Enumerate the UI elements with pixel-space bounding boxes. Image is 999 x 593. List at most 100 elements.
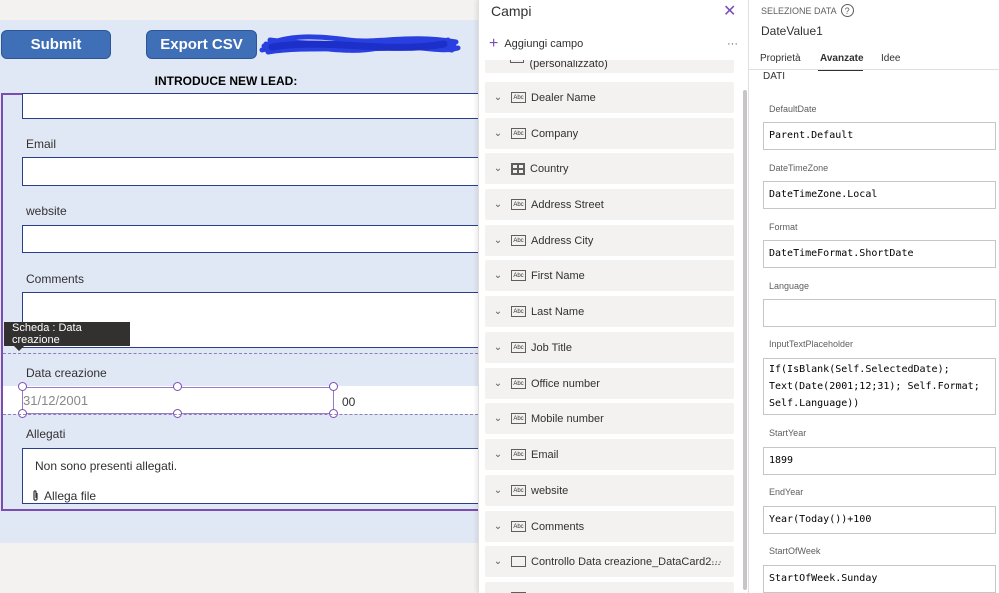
text-field-icon: Abc: [511, 128, 526, 139]
prop-label: DateTimeZone: [769, 163, 829, 173]
chevron-down-icon[interactable]: ⌄: [493, 342, 503, 353]
chevron-down-icon[interactable]: ⌄: [493, 235, 503, 246]
canvas-top-strip: [0, 0, 482, 20]
tab-properties[interactable]: Proprietà: [760, 53, 801, 64]
field-item[interactable]: ⌄ Abc First Name: [485, 260, 734, 291]
chevron-down-icon[interactable]: ⌄: [493, 413, 503, 424]
submit-button[interactable]: Submit: [1, 30, 111, 59]
field-item[interactable]: ⌄ Abc Address City: [485, 225, 734, 256]
field-list: ⌄ Abc Controllo Status_DataCard1 (person…: [485, 60, 734, 593]
field-item[interactable]: ⌄ Controllo Data creazione_DataCard2... …: [485, 546, 734, 577]
chevron-down-icon[interactable]: ⌄: [493, 128, 503, 139]
text-field-icon: Abc: [511, 413, 526, 424]
chevron-down-icon[interactable]: ⌄: [493, 485, 503, 496]
field-item-label: Mobile number: [531, 412, 604, 425]
chevron-down-icon[interactable]: ⌄: [493, 378, 503, 389]
comments-label: Comments: [26, 272, 85, 286]
fields-scrollbar[interactable]: [743, 90, 747, 590]
field-item[interactable]: ⌄: [485, 582, 734, 593]
close-icon[interactable]: ✕: [723, 1, 736, 21]
field-item[interactable]: ⌄ Abc Comments: [485, 511, 734, 542]
field-item-label: website: [531, 484, 569, 497]
text-field-icon: Abc: [511, 306, 526, 317]
custom-card-icon: [511, 556, 526, 567]
field-item-label: Address City: [531, 234, 594, 247]
resize-handle-tm[interactable]: [173, 382, 182, 391]
chevron-down-icon[interactable]: ⌄: [493, 521, 503, 532]
add-field-button[interactable]: + Aggiungi campo: [489, 36, 583, 52]
attach-file-link[interactable]: Allega file: [31, 489, 96, 503]
text-field-icon: Abc: [511, 521, 526, 532]
prop-label: StartYear: [769, 428, 807, 438]
prop-label: Language: [769, 281, 810, 291]
field-item[interactable]: ⌄ Abc Email: [485, 439, 734, 470]
field-item-label: First Name: [531, 269, 585, 282]
card-selection-bottom: [3, 414, 482, 415]
text-field-icon: Abc: [511, 378, 526, 389]
end-year-input[interactable]: Year(Today())+100: [763, 506, 996, 534]
website-input[interactable]: [22, 225, 482, 253]
prop-label: DefaultDate: [769, 104, 817, 114]
tab-ideas[interactable]: Idee: [881, 53, 900, 64]
input-text-placeholder-input[interactable]: If(IsBlank(Self.SelectedDate); Text(Date…: [763, 358, 996, 415]
default-date-input[interactable]: Parent.Default: [763, 122, 996, 150]
prop-label: EndYear: [769, 487, 804, 497]
tooltip-arrow: [14, 346, 24, 351]
tab-advanced[interactable]: Avanzate: [820, 53, 864, 64]
field-item[interactable]: ⌄ Abc Dealer Name: [485, 82, 734, 113]
field-item[interactable]: ⌄ Abc Job Title: [485, 332, 734, 363]
chevron-down-icon[interactable]: ⌄: [493, 270, 503, 281]
app-root: Submit Export CSV INTRODUCE NEW LEAD: Em…: [0, 0, 999, 593]
format-input[interactable]: DateTimeFormat.ShortDate: [763, 240, 996, 268]
field-item-label: Country: [530, 162, 569, 175]
chevron-down-icon[interactable]: ⌄: [493, 556, 503, 567]
field-item-label: Dealer Name: [531, 91, 596, 104]
paperclip-icon: [33, 490, 38, 501]
field-item-label: Office number: [531, 377, 600, 390]
start-year-input[interactable]: 1899: [763, 447, 996, 475]
resize-handle-tl[interactable]: [18, 382, 27, 391]
email-label: Email: [26, 137, 57, 151]
more-options-icon[interactable]: ···: [711, 556, 722, 568]
more-options-icon[interactable]: ···: [727, 38, 738, 50]
attach-file-label: Allega file: [44, 489, 97, 503]
field-item[interactable]: ⌄ Abc Office number: [485, 368, 734, 399]
properties-header-label: SELEZIONE DATA: [761, 5, 837, 16]
field-item[interactable]: ⌄ Abc Controllo Status_DataCard1 (person…: [485, 60, 734, 73]
date-label: Data creazione: [26, 366, 107, 380]
chevron-down-icon[interactable]: ⌄: [493, 92, 503, 103]
chevron-down-icon[interactable]: ⌄: [493, 449, 503, 460]
text-field-icon: Abc: [511, 342, 526, 353]
help-icon[interactable]: ?: [840, 4, 854, 17]
field-item[interactable]: ⌄ Abc Company: [485, 118, 734, 149]
start-of-week-input[interactable]: StartOfWeek.Sunday: [763, 565, 996, 593]
attachments-box: Non sono presenti allegati. Allega file: [22, 448, 482, 504]
text-field-icon: Abc: [511, 485, 526, 496]
field-item[interactable]: ⌄ Abc Last Name: [485, 296, 734, 327]
hour-value[interactable]: 00: [342, 395, 355, 409]
language-input[interactable]: [763, 299, 996, 327]
control-name: DateValue1: [761, 24, 823, 38]
chevron-down-icon[interactable]: ⌄: [493, 60, 502, 63]
datetimezone-input[interactable]: DateTimeZone.Local: [763, 181, 996, 209]
field-item[interactable]: ⌄ Country: [485, 153, 734, 184]
prop-label: StartOfWeek: [769, 546, 821, 556]
previous-field-input[interactable]: [22, 93, 482, 119]
app-canvas: Submit Export CSV INTRODUCE NEW LEAD: Em…: [0, 0, 482, 593]
card-tooltip: Scheda : Data creazione: [4, 322, 130, 346]
field-item-label: Controllo Status_DataCard1 (personalizza…: [529, 60, 608, 70]
prop-label: Format: [769, 222, 798, 232]
field-item[interactable]: ⌄ Abc Address Street: [485, 189, 734, 220]
attachments-empty-text: Non sono presenti allegati.: [35, 459, 178, 473]
resize-handle-tr[interactable]: [329, 382, 338, 391]
email-input[interactable]: [22, 157, 482, 186]
text-field-icon: Abc: [511, 270, 526, 281]
text-field-icon: Abc: [511, 449, 526, 460]
chevron-down-icon[interactable]: ⌄: [493, 199, 503, 210]
chevron-down-icon[interactable]: ⌄: [493, 163, 503, 174]
export-csv-button[interactable]: Export CSV: [146, 30, 257, 59]
field-item[interactable]: ⌄ Abc website: [485, 475, 734, 506]
chevron-down-icon[interactable]: ⌄: [493, 306, 503, 317]
field-item[interactable]: ⌄ Abc Mobile number: [485, 403, 734, 434]
redaction-scribble: [259, 34, 461, 55]
